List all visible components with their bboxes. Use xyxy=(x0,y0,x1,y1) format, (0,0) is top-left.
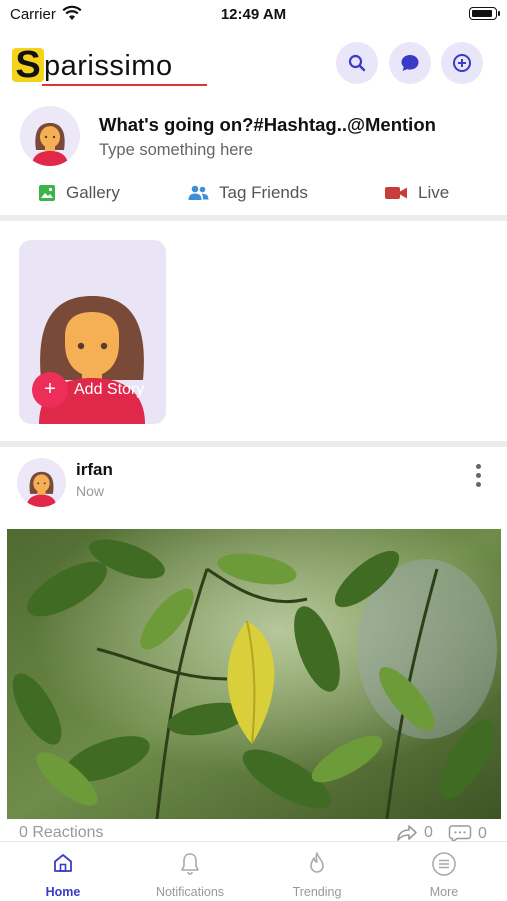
add-story-card[interactable]: + Add Story xyxy=(19,240,166,424)
tab-home-label: Home xyxy=(45,885,81,899)
tab-trending-label: Trending xyxy=(292,885,342,899)
home-icon xyxy=(54,854,72,872)
tag-friends-button[interactable]: Tag Friends xyxy=(188,183,308,203)
gallery-label: Gallery xyxy=(66,183,120,202)
composer-actions: Gallery Tag Friends Live xyxy=(0,183,507,213)
composer-prompt: What's going on?#Hashtag..@Mention xyxy=(99,114,436,135)
tab-trending[interactable]: Trending xyxy=(254,842,380,901)
logo-text: parissimo xyxy=(44,50,173,82)
status-bar: Carrier 12:49 AM xyxy=(0,0,507,30)
avatar xyxy=(20,106,80,166)
feed-post: irfan Now 0 Reactions 0 0 xyxy=(0,449,507,844)
tab-more[interactable]: More xyxy=(381,842,507,901)
search-button[interactable] xyxy=(336,42,378,84)
post-timestamp: Now xyxy=(76,483,105,499)
menu-icon xyxy=(432,852,456,876)
gallery-icon xyxy=(39,185,55,201)
app-header: S parissimo xyxy=(0,34,507,94)
battery-icon xyxy=(469,7,500,20)
tag-friends-label: Tag Friends xyxy=(219,183,308,202)
post-image[interactable] xyxy=(7,529,501,819)
tab-notifications[interactable]: Notifications xyxy=(127,842,253,901)
tab-home[interactable]: Home xyxy=(0,842,126,901)
video-camera-icon xyxy=(385,187,407,199)
chat-icon xyxy=(401,55,419,71)
messages-button[interactable] xyxy=(389,42,431,84)
add-circle-icon xyxy=(453,54,471,72)
bottom-tab-bar: Home Notifications Trending More xyxy=(0,841,507,900)
post-options-button[interactable] xyxy=(476,464,482,490)
logo-letter: S xyxy=(15,44,41,86)
search-icon xyxy=(348,54,366,72)
share-count: 0 xyxy=(424,824,433,841)
live-button[interactable]: Live xyxy=(384,183,449,203)
bell-icon xyxy=(181,853,199,875)
tab-notifications-label: Notifications xyxy=(155,885,225,899)
post-author-avatar[interactable] xyxy=(17,458,66,507)
add-story-button[interactable]: + xyxy=(32,372,68,408)
people-icon xyxy=(188,185,209,200)
composer-input[interactable]: Type something here xyxy=(99,141,253,160)
create-button[interactable] xyxy=(441,42,483,84)
gallery-button[interactable]: Gallery xyxy=(38,183,120,203)
flame-icon xyxy=(310,852,324,873)
live-label: Live xyxy=(418,183,450,202)
share-icon xyxy=(397,825,417,841)
add-story-label: Add Story xyxy=(74,381,145,398)
post-author-name[interactable]: irfan xyxy=(76,460,113,480)
post-composer[interactable]: What's going on?#Hashtag..@Mention Type … xyxy=(0,104,507,224)
clock: 12:49 AM xyxy=(220,6,287,23)
share-button[interactable]: 0 xyxy=(396,824,433,842)
divider xyxy=(0,441,507,447)
tab-more-label: More xyxy=(429,885,459,899)
divider xyxy=(0,215,507,221)
reactions-count[interactable]: 0 Reactions xyxy=(19,824,104,842)
